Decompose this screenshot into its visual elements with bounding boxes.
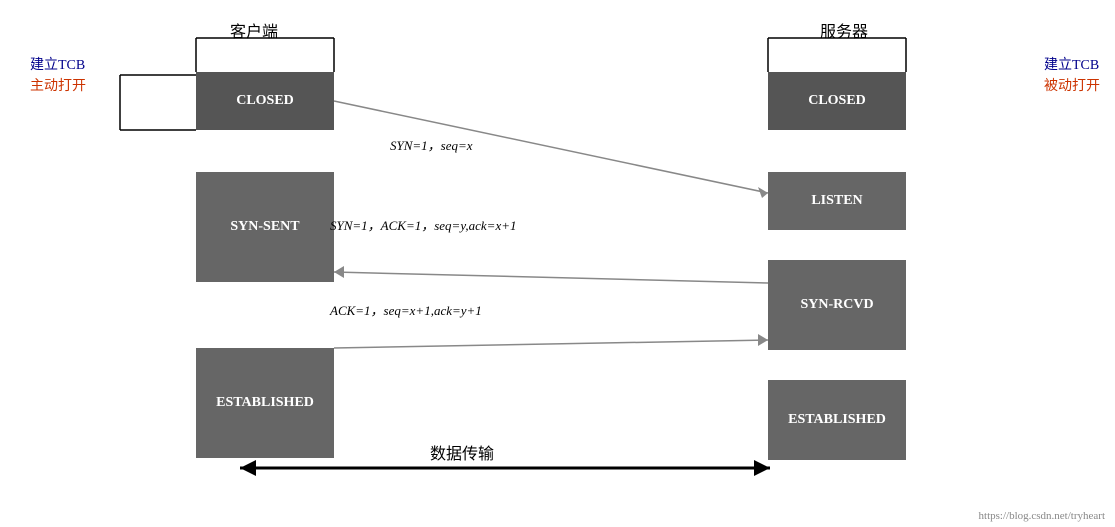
message-3: ACK=1，seq=x+1,ack=y+1 (330, 300, 482, 319)
syn-sent-box: SYN-SENT (196, 172, 334, 282)
client-label: 客户端 (230, 18, 278, 42)
left-active-text: 主动打开 (30, 76, 86, 97)
data-text: 数据传输 (430, 446, 494, 463)
msg3-text: ACK=1，seq=x+1,ack=y+1 (330, 303, 482, 318)
server-label: 服务器 (820, 18, 868, 42)
closed-right-label: CLOSED (808, 93, 866, 109)
syn-rcvd-label: SYN-RCVD (800, 297, 873, 313)
established-right-box: ESTABLISHED (768, 380, 906, 460)
established-left-box: ESTABLISHED (196, 348, 334, 458)
listen-box: LISTEN (768, 172, 906, 230)
message-2: SYN=1，ACK=1，seq=y,ack=x+1 (330, 215, 517, 234)
syn-sent-label: SYN-SENT (230, 219, 299, 235)
msg1-text: SYN=1，seq=x (390, 138, 473, 153)
bracket-svg (0, 0, 1115, 527)
msg2-text: SYN=1，ACK=1，seq=y,ack=x+1 (330, 218, 517, 233)
diagram-container: 客户端 服务器 建立TCB 主动打开 建立TCB 被动打开 CLOSED SYN… (0, 0, 1115, 527)
closed-right-box: CLOSED (768, 72, 906, 130)
right-tcb-text: 建立TCB (1044, 55, 1100, 76)
server-label-text: 服务器 (820, 24, 868, 41)
established-right-label: ESTABLISHED (788, 412, 886, 428)
watermark-text: https://blog.csdn.net/tryheart (979, 510, 1105, 522)
message-1: SYN=1，seq=x (390, 135, 473, 154)
left-annotation: 建立TCB 主动打开 (30, 55, 86, 97)
data-transfer-label: 数据传输 (430, 440, 494, 464)
established-left-label: ESTABLISHED (216, 395, 314, 411)
watermark: https://blog.csdn.net/tryheart (979, 510, 1105, 522)
right-annotation: 建立TCB 被动打开 (1044, 55, 1100, 97)
closed-left-label: CLOSED (236, 93, 294, 109)
closed-left-box: CLOSED (196, 72, 334, 130)
syn-rcvd-box: SYN-RCVD (768, 260, 906, 350)
right-passive-text: 被动打开 (1044, 76, 1100, 97)
left-tcb-text: 建立TCB (30, 55, 86, 76)
client-label-text: 客户端 (230, 24, 278, 41)
listen-label: LISTEN (811, 193, 862, 209)
